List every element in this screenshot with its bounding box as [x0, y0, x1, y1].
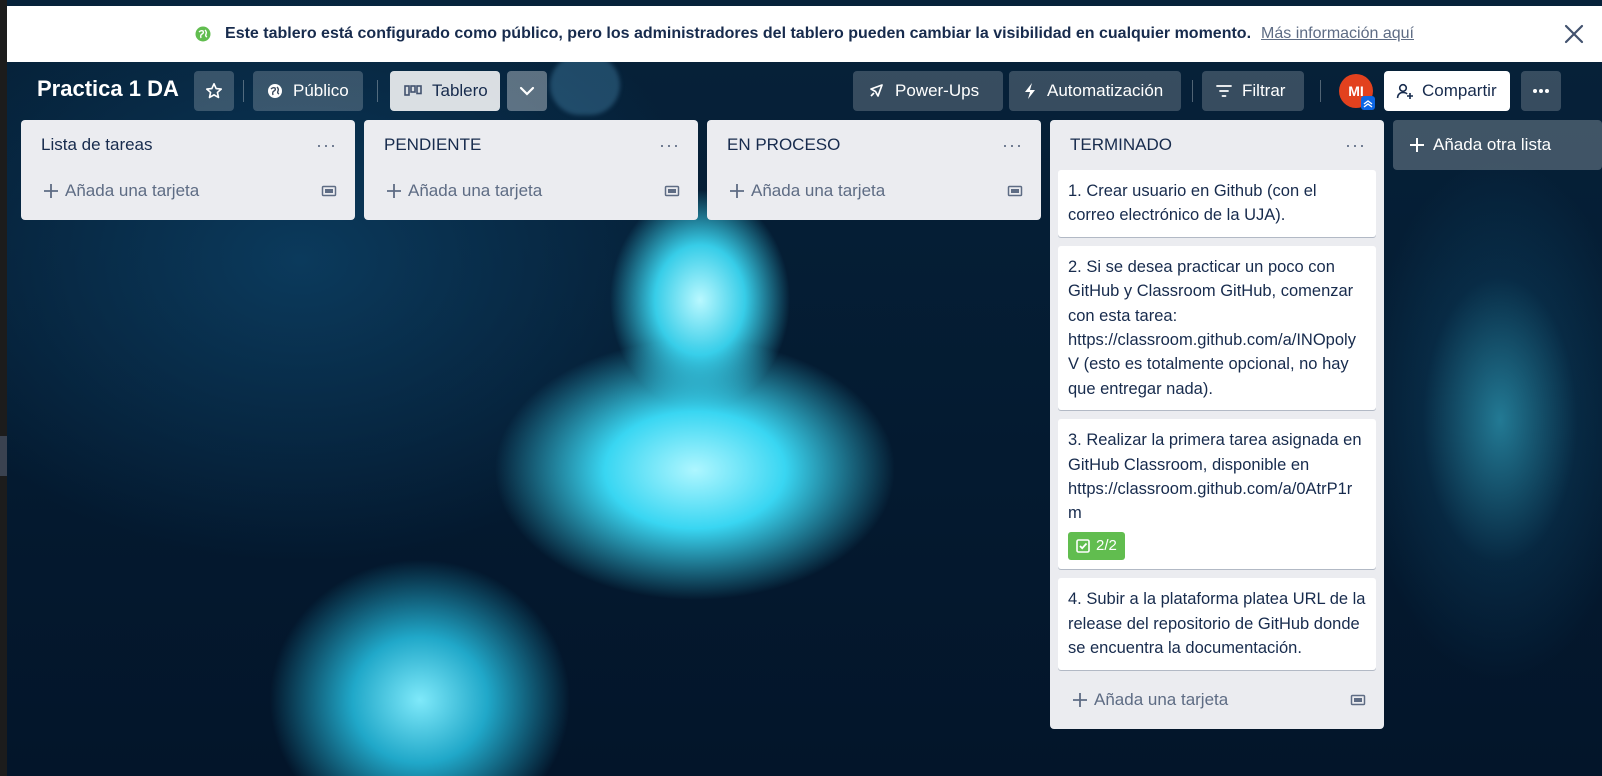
header-divider — [1320, 80, 1321, 102]
automation-label: Automatización — [1047, 81, 1164, 100]
list-title[interactable]: Lista de tareas — [41, 135, 153, 155]
list-en-proceso: EN PROCESO ··· Añada una tarjeta — [707, 120, 1041, 220]
header-divider — [1192, 80, 1193, 102]
board-view-label: Tablero — [432, 81, 488, 100]
list-header: PENDIENTE ··· — [372, 120, 690, 170]
add-card-label: Añada una tarjeta — [408, 181, 543, 200]
lightning-icon — [1023, 82, 1037, 100]
board-view-icon — [404, 84, 422, 98]
plus-icon — [43, 183, 59, 199]
list-header: Lista de tareas ··· — [29, 120, 347, 170]
template-icon[interactable] — [321, 184, 337, 198]
rocket-icon — [867, 82, 885, 100]
template-icon[interactable] — [1007, 184, 1023, 198]
add-card-button[interactable]: Añada una tarjeta — [29, 170, 347, 212]
card-title: 2. Si se desea practicar un poco con Git… — [1068, 257, 1356, 398]
view-switcher-button[interactable] — [507, 71, 547, 111]
card[interactable]: 1. Crear usuario en Github (con el corre… — [1058, 170, 1376, 237]
add-person-icon — [1396, 82, 1414, 100]
close-icon[interactable] — [1560, 20, 1588, 48]
add-card-label: Añada una tarjeta — [65, 181, 200, 200]
list-pendiente: PENDIENTE ··· Añada una tarjeta — [364, 120, 698, 220]
card[interactable]: 3. Realizar la primera tarea asignada en… — [1058, 419, 1376, 570]
admin-badge-icon — [1361, 96, 1375, 110]
filter-icon — [1216, 84, 1232, 98]
share-label: Compartir — [1422, 81, 1497, 100]
more-icon[interactable]: ··· — [1345, 136, 1366, 154]
add-list-button[interactable]: Añada otra lista — [1393, 120, 1602, 170]
filter-label: Filtrar — [1242, 81, 1286, 100]
list-header: EN PROCESO ··· — [715, 120, 1033, 170]
scroll-handle[interactable] — [0, 436, 7, 476]
header-divider — [243, 80, 244, 102]
list-lista-de-tareas: Lista de tareas ··· Añada una tarjeta — [21, 120, 355, 220]
list-title[interactable]: PENDIENTE — [384, 135, 481, 155]
avatar[interactable]: MI — [1339, 74, 1375, 110]
globe-icon — [267, 83, 283, 99]
visibility-button[interactable]: Público — [253, 71, 363, 111]
card-title: 4. Subir a la plataforma platea URL de l… — [1068, 590, 1366, 658]
template-icon[interactable] — [1350, 693, 1366, 707]
share-button[interactable]: Compartir — [1384, 71, 1510, 111]
checklist-count: 2/2 — [1096, 536, 1117, 554]
powerups-label: Power-Ups — [895, 81, 980, 100]
card[interactable]: 4. Subir a la plataforma platea URL de l… — [1058, 578, 1376, 670]
more-icon — [1532, 88, 1550, 94]
public-board-banner: Este tablero está configurado como públi… — [7, 6, 1602, 62]
list-terminado: TERMINADO ··· 1. Crear usuario en Github… — [1050, 120, 1384, 729]
add-list-label: Añada otra lista — [1433, 135, 1552, 154]
card-title: 1. Crear usuario en Github (con el corre… — [1068, 182, 1317, 225]
list-title[interactable]: EN PROCESO — [727, 135, 840, 155]
plus-icon — [1409, 137, 1425, 153]
add-card-label: Añada una tarjeta — [751, 181, 886, 200]
checklist-badge: 2/2 — [1068, 531, 1125, 560]
add-card-button[interactable]: Añada una tarjeta — [715, 170, 1033, 212]
header-divider — [377, 80, 378, 102]
more-icon[interactable]: ··· — [659, 136, 680, 154]
list-header: TERMINADO ··· — [1058, 120, 1376, 170]
board-header: Practica 1 DA Público Tablero Power-Ups — [7, 62, 1602, 118]
board-view-button[interactable]: Tablero — [390, 71, 500, 111]
board-menu-button[interactable] — [1521, 71, 1561, 111]
visibility-label: Público — [293, 81, 349, 100]
checkbox-icon — [1076, 539, 1090, 553]
star-icon — [205, 82, 223, 100]
card[interactable]: 2. Si se desea practicar un poco con Git… — [1058, 245, 1376, 411]
add-card-button[interactable]: Añada una tarjeta — [372, 170, 690, 212]
add-card-label: Añada una tarjeta — [1094, 689, 1229, 709]
powerups-button[interactable]: Power-Ups — [853, 71, 1003, 111]
template-icon[interactable] — [664, 184, 680, 198]
list-title[interactable]: TERMINADO — [1070, 135, 1172, 155]
window-edge — [0, 0, 7, 776]
more-info-link[interactable]: Más información aquí — [1261, 25, 1414, 43]
more-icon[interactable]: ··· — [1002, 136, 1023, 154]
star-button[interactable] — [194, 71, 234, 111]
chevron-down-icon — [519, 86, 535, 96]
add-card-button[interactable]: Añada una tarjeta — [1058, 679, 1376, 721]
automation-button[interactable]: Automatización — [1009, 71, 1181, 111]
plus-icon — [729, 183, 745, 199]
more-icon[interactable]: ··· — [316, 136, 337, 154]
card-title: 3. Realizar la primera tarea asignada en… — [1068, 431, 1362, 523]
plus-icon — [386, 183, 402, 199]
banner-message: Este tablero está configurado como públi… — [225, 25, 1252, 42]
filter-button[interactable]: Filtrar — [1202, 71, 1304, 111]
plus-icon — [1072, 692, 1088, 708]
globe-icon — [195, 26, 211, 42]
board-title[interactable]: Practica 1 DA — [37, 76, 179, 102]
